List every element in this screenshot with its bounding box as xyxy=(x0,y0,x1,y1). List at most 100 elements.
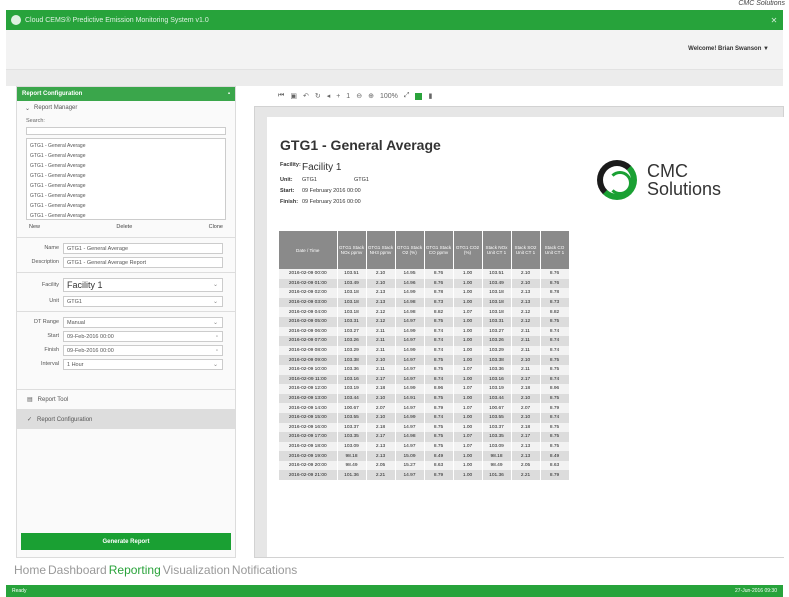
table-cell: 2016-02-09 04:00 xyxy=(279,307,338,317)
print-icon[interactable]: ▣ xyxy=(290,92,297,100)
zoom-in-icon[interactable]: ⊕ xyxy=(368,92,374,100)
table-cell: 14.98 xyxy=(395,297,425,308)
list-item[interactable]: GTG1 - General Average xyxy=(30,211,222,219)
table-cell: 8.74 xyxy=(540,412,570,423)
window-titlebar: Cloud CEMS® Predictive Emission Monitori… xyxy=(6,10,783,30)
table-cell: 103.31 xyxy=(337,316,367,327)
nav-report-tool-label: Report Tool xyxy=(37,396,69,403)
table-cell: 8.74 xyxy=(424,412,454,423)
nav-dashboard[interactable]: Dashboard xyxy=(48,563,107,577)
nav-report-configuration-label: Report Configuration xyxy=(37,416,93,423)
table-cell: 14.97 xyxy=(395,364,425,375)
undo-icon[interactable]: ↶ xyxy=(303,92,309,100)
table-cell: 8.75 xyxy=(540,422,570,433)
zoom-level[interactable]: 100% xyxy=(380,93,398,100)
table-cell: 2.17 xyxy=(511,432,541,442)
unit-select[interactable]: GTG1 ⌄ xyxy=(63,295,223,307)
expand-icon[interactable]: ⌄ xyxy=(25,105,30,112)
delete-button[interactable]: Delete xyxy=(116,224,132,230)
table-cell: 2.10 xyxy=(366,412,396,423)
list-item[interactable]: GTG1 - General Average xyxy=(30,191,222,201)
calendar-icon[interactable]: ▫ xyxy=(216,346,218,355)
pin-icon[interactable]: ▪ xyxy=(228,91,230,97)
table-cell: 14.91 xyxy=(395,393,425,404)
description-field[interactable]: GTG1 - General Average Report xyxy=(63,256,223,268)
list-item[interactable]: GTG1 - General Average xyxy=(30,171,222,181)
nav-reporting[interactable]: Reporting xyxy=(109,563,161,577)
window-close-icon[interactable]: ✕ xyxy=(765,16,783,25)
table-row: 2016-02-09 00:00 103.51 2.10 14.95 8.76 1.00 1… xyxy=(279,269,570,279)
column-header: GTG1 Stack NH3 ppmv xyxy=(366,231,396,269)
table-cell: 8.74 xyxy=(424,326,454,337)
table-cell: 100.67 xyxy=(482,403,512,413)
first-page-icon[interactable]: ⏮ xyxy=(278,92,284,100)
table-cell: 8.75 xyxy=(540,393,570,404)
user-menu[interactable]: Welcome! Brian Swanson ▼ xyxy=(688,46,769,52)
table-cell: 2.13 xyxy=(366,288,396,298)
table-cell: 103.37 xyxy=(482,422,512,433)
table-cell: 8.79 xyxy=(540,403,570,413)
table-cell: 103.36 xyxy=(482,364,512,375)
table-cell: 8.75 xyxy=(540,364,570,375)
column-header: Stack SO2 Unit CT 1 xyxy=(511,231,541,269)
calendar-icon[interactable]: ▫ xyxy=(216,332,218,341)
settings-icon[interactable]: ▮ xyxy=(428,92,432,100)
table-cell: 8.96 xyxy=(424,384,454,394)
table-cell: 8.74 xyxy=(540,374,570,385)
interval-label: Interval xyxy=(40,361,59,367)
panel-header: Report Configuration ▪ xyxy=(17,87,235,101)
new-button[interactable]: New xyxy=(29,224,40,230)
nav-visualization[interactable]: Visualization xyxy=(163,563,230,577)
report-list[interactable]: GTG1 - General Average GTG1 - General Av… xyxy=(26,138,226,220)
table-cell: 103.27 xyxy=(482,326,512,337)
fit-icon[interactable]: ⤢ xyxy=(404,92,410,100)
search-input[interactable] xyxy=(26,127,226,135)
generate-report-button[interactable]: Generate Report xyxy=(21,533,231,550)
table-row: 2016-02-09 06:00 103.27 2.11 14.99 8.74 1.00 1… xyxy=(279,326,570,337)
report-table: Date / Time GTG1 Stack NOx ppmv GTG1 Stack… xyxy=(279,231,570,481)
report-configuration-panel: Report Configuration ▪ ⌄ Report Manager … xyxy=(16,86,236,558)
add-icon[interactable]: + xyxy=(336,93,340,100)
description-row: Description GTG1 - General Average Report xyxy=(17,255,235,269)
table-cell: 1.00 xyxy=(453,374,483,385)
table-cell: 1.07 xyxy=(453,432,483,442)
finish-date-picker[interactable]: 09-Feb-2016 00:00 ▫ xyxy=(63,344,223,356)
search-label: Search: xyxy=(26,118,45,124)
facility-select[interactable]: Facility 1 ⌄ xyxy=(63,278,223,292)
start-row: Start 09-Feb-2016 00:00 ▫ xyxy=(17,329,235,343)
table-cell: 100.67 xyxy=(337,403,367,413)
interval-select[interactable]: 1 Hour ⌄ xyxy=(63,358,223,370)
list-item[interactable]: GTG1 - General Average xyxy=(30,141,222,151)
page-number[interactable]: 1 xyxy=(346,93,350,100)
list-item[interactable]: GTG1 - General Average xyxy=(30,151,222,161)
list-item[interactable]: GTG1 - General Average xyxy=(30,161,222,171)
table-cell: 103.19 xyxy=(482,384,512,394)
refresh-icon[interactable]: ↻ xyxy=(315,92,321,100)
report-page: GTG1 - General Average Facility: Facility… xyxy=(267,117,787,557)
table-cell: 103.38 xyxy=(337,355,367,365)
name-field[interactable]: GTG1 - General Average xyxy=(63,242,223,254)
report-manager-section[interactable]: ⌄ Report Manager xyxy=(17,101,235,116)
clone-button[interactable]: Clone xyxy=(209,224,223,230)
table-cell: 103.26 xyxy=(482,336,512,346)
table-cell: 8.74 xyxy=(424,336,454,346)
nav-home[interactable]: Home xyxy=(14,563,46,577)
list-item[interactable]: GTG1 - General Average xyxy=(30,181,222,191)
table-row: 2016-02-09 16:00 103.37 2.18 14.97 8.75 1.00 1… xyxy=(279,422,570,433)
column-header: GTG1 Stack O2 (%) xyxy=(395,231,425,269)
table-cell: 14.99 xyxy=(395,384,425,394)
table-cell: 8.82 xyxy=(424,307,454,317)
name-row: Name GTG1 - General Average xyxy=(17,241,235,255)
zoom-out-icon[interactable]: ⊖ xyxy=(356,92,362,100)
nav-report-configuration[interactable]: ✓ Report Configuration xyxy=(17,409,235,429)
table-cell: 14.99 xyxy=(395,345,425,356)
list-item[interactable]: GTG1 - General Average xyxy=(30,201,222,211)
table-cell: 103.09 xyxy=(482,441,512,452)
prev-icon[interactable]: ◂ xyxy=(327,92,331,100)
nav-report-tool[interactable]: ▤ Report Tool xyxy=(17,389,235,409)
nav-notifications[interactable]: Notifications xyxy=(232,563,297,577)
start-date-picker[interactable]: 09-Feb-2016 00:00 ▫ xyxy=(63,330,223,342)
dt-range-select[interactable]: Manual ⌄ xyxy=(63,316,223,328)
export-icon[interactable] xyxy=(415,92,423,100)
finish-row: Finish 09-Feb-2016 00:00 ▫ xyxy=(17,343,235,357)
